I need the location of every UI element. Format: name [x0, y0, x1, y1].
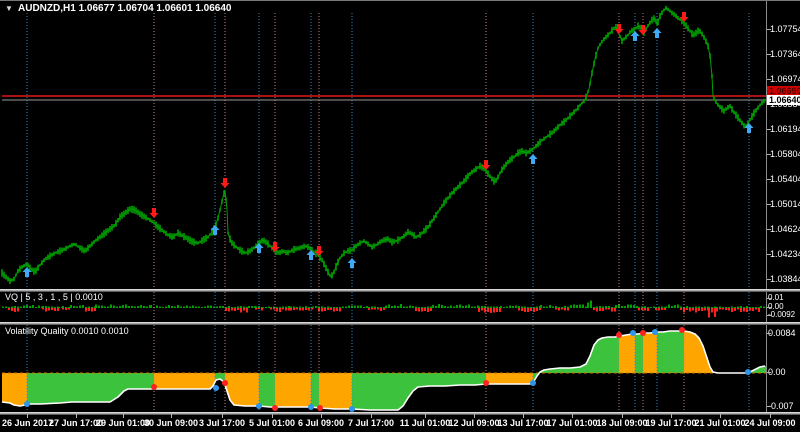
- panel-separator[interactable]: [0, 322, 800, 325]
- price-axis-label: 1.04624: [770, 224, 800, 234]
- time-axis-tick: [27, 414, 28, 418]
- mt4-chart-window: ▼ AUDNZD,H1 1.06677 1.06704 1.06601 1.06…: [0, 0, 800, 432]
- price-axis-label: 1.07754: [770, 24, 800, 34]
- time-axis-tick: [222, 414, 223, 418]
- price-axis-label: 1.07364: [770, 49, 800, 59]
- price-axis-label: 1.05404: [770, 174, 800, 184]
- main-chart-panel[interactable]: [0, 1, 766, 289]
- price-axis-label: 1.05804: [770, 149, 800, 159]
- chart-menu-triangle-icon: ▼: [5, 4, 13, 13]
- bid-price-badge: 1.06640: [767, 95, 800, 105]
- time-axis-label: 26 Jun 2017: [2, 418, 54, 428]
- volq-scale-tick: [767, 406, 771, 407]
- price-axis-tick: [767, 129, 771, 130]
- time-axis-label: 6 Jul 09:00: [297, 418, 345, 428]
- price-axis-tick: [767, 54, 771, 55]
- time-axis-label: 30 Jun 09:00: [143, 418, 199, 428]
- vq-scale-label: -0.0092: [768, 310, 796, 319]
- price-axis-tick: [767, 179, 771, 180]
- time-axis-tick: [671, 414, 672, 418]
- ohlc-quote-label: 1.06677 1.06704 1.06601 1.06640: [78, 3, 232, 14]
- time-axis-tick: [425, 414, 426, 418]
- panel-separator[interactable]: [0, 412, 800, 415]
- price-axis-tick: [767, 254, 771, 255]
- time-axis-label: 12 Jul 09:00: [448, 418, 500, 428]
- time-axis-label: 21 Jul 01:00: [694, 418, 746, 428]
- price-axis-tick: [767, 154, 771, 155]
- price-axis-tick: [767, 79, 771, 80]
- time-axis-tick: [523, 414, 524, 418]
- price-axis-tick: [767, 204, 771, 205]
- price-axis-label: 1.04234: [770, 249, 800, 259]
- time-axis-label: 24 Jul 09:00: [744, 418, 796, 428]
- price-axis-label: 1.03844: [770, 274, 800, 284]
- time-axis-label: 18 Jul 09:00: [596, 418, 648, 428]
- time-axis-tick: [123, 414, 124, 418]
- vq-scale-tick: [767, 298, 771, 299]
- time-axis-tick: [474, 414, 475, 418]
- time-axis-label: 5 Jul 01:00: [248, 418, 296, 428]
- symbol-period-label: AUDNZD,H1: [18, 3, 76, 14]
- volq-scale-tick: [767, 372, 771, 373]
- time-axis-label: 11 Jul 01:00: [399, 418, 451, 428]
- time-axis-tick: [371, 414, 372, 418]
- chart-title: AUDNZD,H1 1.06677 1.06704 1.06601 1.0664…: [18, 4, 232, 14]
- volatility-quality-panel[interactable]: [0, 325, 766, 412]
- time-axis-tick: [321, 414, 322, 418]
- time-axis-tick: [171, 414, 172, 418]
- volq-scale-tick: [767, 333, 771, 334]
- price-scale-border: [766, 1, 767, 413]
- price-axis-tick: [767, 229, 771, 230]
- vq-indicator-panel[interactable]: [0, 292, 766, 322]
- volq-scale-label: 0.0084: [768, 328, 796, 338]
- volq-scale-label: -0.007: [768, 401, 794, 411]
- price-axis-label: 1.05014: [770, 199, 800, 209]
- panel-separator[interactable]: [0, 289, 800, 292]
- time-axis-tick: [720, 414, 721, 418]
- time-axis-tick: [770, 414, 771, 418]
- time-axis-label: 19 Jul 17:00: [645, 418, 697, 428]
- time-axis-tick: [272, 414, 273, 418]
- price-axis-tick: [767, 279, 771, 280]
- price-axis-label: 1.06974: [770, 74, 800, 84]
- vq-scale-tick: [767, 307, 771, 308]
- time-axis-label: 13 Jul 17:00: [497, 418, 549, 428]
- time-axis-tick: [76, 414, 77, 418]
- volatility-quality-label: Volatility Quality 0.0010 0.0010: [5, 326, 129, 336]
- price-axis-label: 1.06194: [770, 124, 800, 134]
- price-axis-tick: [767, 29, 771, 30]
- time-axis-tick: [622, 414, 623, 418]
- vq-indicator-label: VQ | 5 , 3 , 1 , 5 | 0.0010: [5, 292, 103, 302]
- time-axis-tick: [572, 414, 573, 418]
- time-axis-label: 17 Jul 01:00: [546, 418, 598, 428]
- time-axis-label: 7 Jul 17:00: [347, 418, 395, 428]
- time-axis-label: 3 Jul 17:00: [198, 418, 246, 428]
- time-axis-label: 27 Jun 17:00: [48, 418, 104, 428]
- time-axis-label: 29 Jun 01:00: [95, 418, 151, 428]
- vq-scale-tick: [767, 315, 771, 316]
